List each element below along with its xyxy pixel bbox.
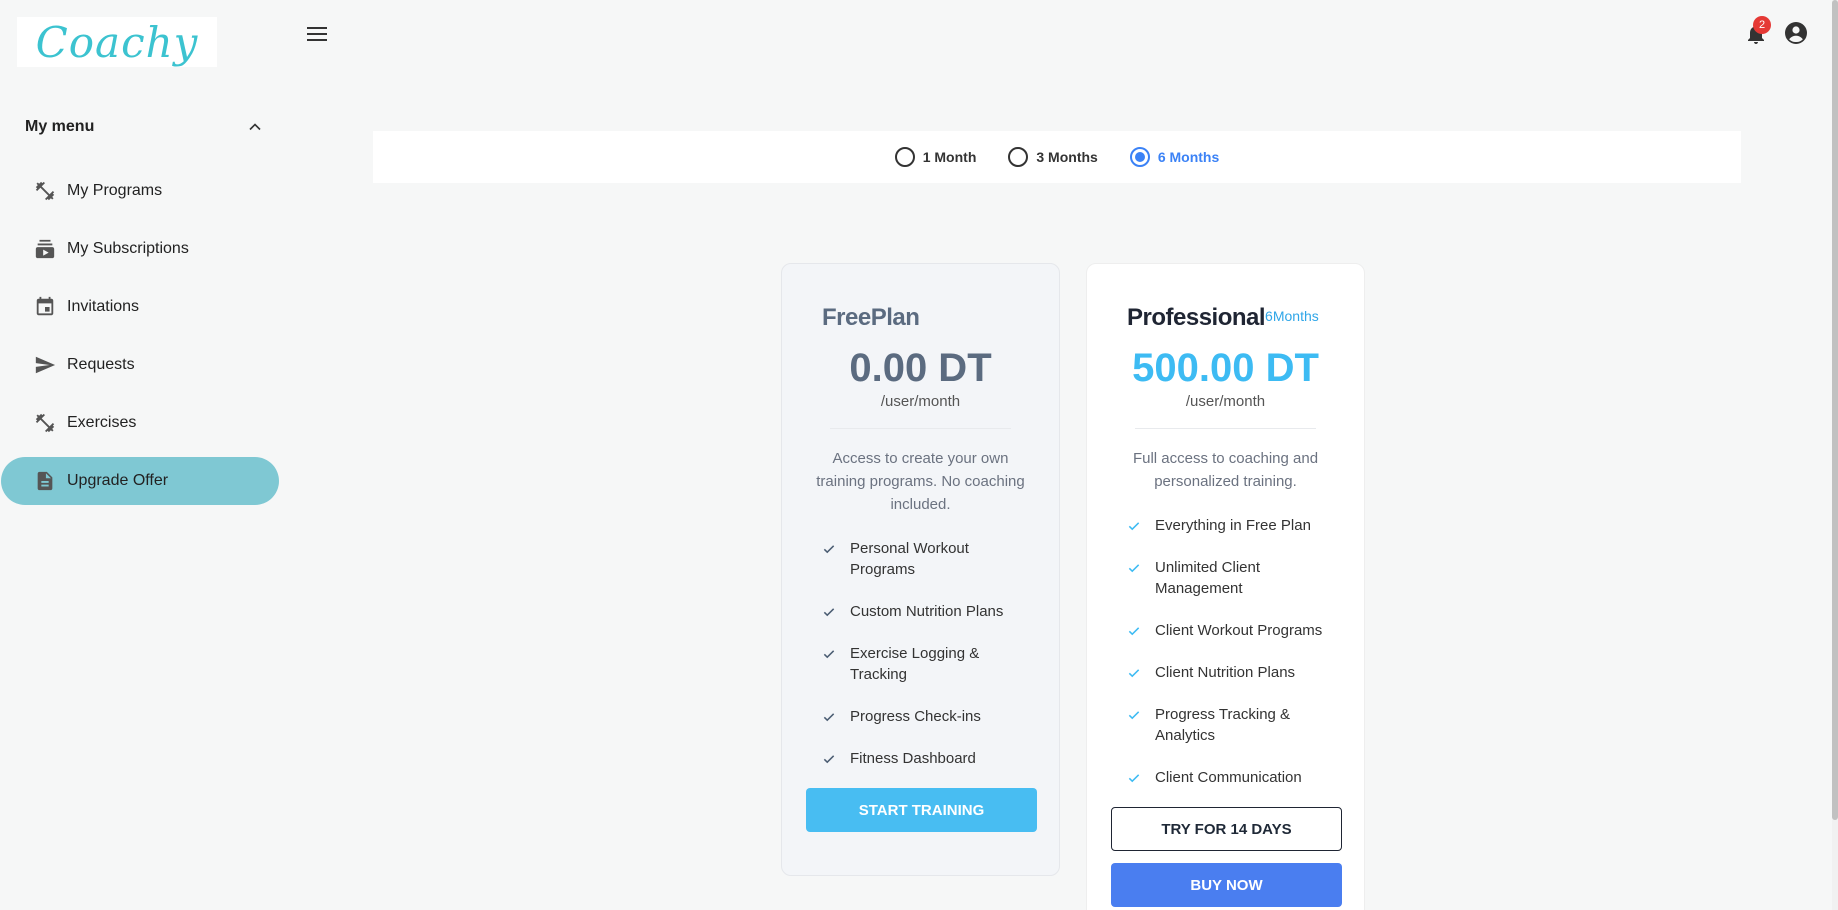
divider (1135, 428, 1316, 429)
check-icon (1128, 669, 1140, 678)
check-icon (823, 755, 835, 764)
feature-item: Client Workout Programs (1127, 620, 1340, 641)
duration-option-6-months[interactable]: 6 Months (1129, 147, 1220, 167)
feature-item: Personal Workout Programs (822, 538, 1035, 580)
free-plan-card: FreePlan 0.00 DT /user/month Access to c… (781, 263, 1060, 876)
feature-item: Progress Check-ins (822, 706, 1035, 727)
plan-name: Professional6Months (1127, 304, 1340, 332)
plan-period: 6Months (1265, 308, 1319, 324)
feature-item: Custom Nutrition Plans (822, 601, 1035, 622)
sidebar-item-my-subscriptions[interactable]: My Subscriptions (1, 225, 279, 273)
check-icon (1128, 711, 1140, 720)
professional-plan-card: Professional6Months 500.00 DT /user/mont… (1086, 263, 1365, 910)
buy-now-button[interactable]: BUY NOW (1111, 863, 1342, 907)
check-icon (1128, 627, 1140, 636)
radio-button-selected[interactable] (1129, 147, 1150, 167)
sidebar-menu-title: My menu (25, 118, 95, 135)
sidebar-item-my-programs[interactable]: My Programs (1, 167, 279, 215)
duration-selector: 1 Month 3 Months 6 Months (373, 131, 1741, 183)
check-icon (823, 713, 835, 722)
plan-name: FreePlan (822, 304, 920, 331)
plan-price: 0.00 DT (849, 346, 992, 390)
feature-list: Everything in Free Plan Unlimited Client… (1111, 515, 1340, 788)
start-training-button[interactable]: START TRAINING (806, 788, 1037, 832)
sidebar-item-invitations[interactable]: Invitations (1, 283, 279, 331)
feature-item: Unlimited Client Management (1127, 557, 1340, 599)
sidebar-item-requests[interactable]: Requests (1, 341, 279, 389)
sidebar-item-exercises[interactable]: Exercises (1, 399, 279, 447)
try-for-14-days-button[interactable]: TRY FOR 14 DAYS (1111, 807, 1342, 851)
check-icon (823, 608, 835, 617)
divider (830, 428, 1011, 429)
account-icon[interactable] (1784, 21, 1808, 45)
dumbbell-icon (33, 179, 57, 203)
feature-item: Everything in Free Plan (1127, 515, 1340, 536)
duration-option-1-month[interactable]: 1 Month (894, 147, 977, 167)
duration-option-label: 6 Months (1157, 149, 1220, 165)
duration-option-label: 1 Month (922, 149, 977, 165)
duration-option-3-months[interactable]: 3 Months (1008, 147, 1098, 167)
document-icon (33, 469, 57, 493)
sidebar-item-label: Invitations (67, 298, 140, 315)
app-logo[interactable]: Coachy (17, 17, 217, 67)
feature-item: Fitness Dashboard (822, 748, 1035, 769)
feature-item: Client Nutrition Plans (1127, 662, 1340, 683)
sidebar-item-label: Exercises (67, 414, 137, 431)
feature-item: Exercise Logging & Tracking (822, 643, 1035, 685)
price-unit: /user/month (880, 393, 961, 410)
feature-list: Personal Workout Programs Custom Nutriti… (806, 538, 1035, 769)
radio-button[interactable] (1008, 147, 1029, 167)
check-icon (1128, 522, 1140, 531)
radio-button[interactable] (894, 147, 915, 167)
duration-option-label: 3 Months (1036, 149, 1098, 165)
feature-item: Progress Tracking & Analytics (1127, 704, 1340, 746)
feature-item: Client Communication (1127, 767, 1340, 788)
logo-text: Coachy (35, 17, 199, 67)
scrollbar-thumb[interactable] (1832, 0, 1838, 820)
sidebar-item-label: Upgrade Offer (67, 472, 169, 489)
plan-name-text: Professional (1127, 304, 1266, 331)
calendar-icon (33, 295, 57, 319)
check-icon (1128, 564, 1140, 573)
check-icon (823, 545, 835, 554)
menu-toggle-icon[interactable] (305, 22, 329, 46)
price-unit: /user/month (1185, 393, 1266, 410)
sidebar-item-label: Requests (67, 356, 135, 373)
check-icon (823, 650, 835, 659)
send-icon (33, 353, 57, 377)
plan-description: Access to create your own training progr… (816, 450, 1025, 513)
page-scrollbar[interactable] (1832, 0, 1838, 910)
plan-price: 500.00 DT (1132, 346, 1319, 390)
sidebar-item-label: My Programs (67, 182, 163, 199)
check-icon (1128, 774, 1140, 783)
sidebar-menu-header[interactable]: My menu (25, 112, 265, 142)
sidebar-item-upgrade-offer[interactable]: Upgrade Offer (1, 457, 279, 505)
sidebar-item-label: My Subscriptions (67, 240, 189, 257)
subscriptions-icon (33, 237, 57, 261)
chevron-up-icon[interactable] (245, 117, 265, 137)
notification-badge: 2 (1753, 16, 1771, 34)
dumbbell-icon (33, 411, 57, 435)
plan-description: Full access to coaching and personalized… (1132, 450, 1319, 490)
